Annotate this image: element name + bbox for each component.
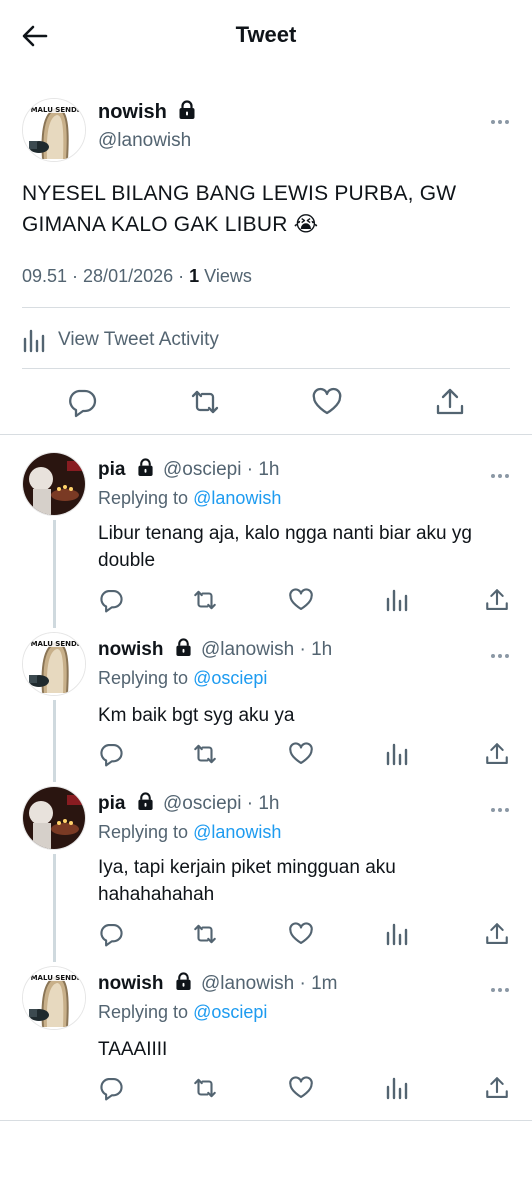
retweet-icon[interactable] — [192, 587, 218, 613]
svg-text:MALU SENDI: MALU SENDI — [31, 974, 80, 982]
avatar[interactable]: MALU SENDI — [22, 98, 86, 162]
thread-line — [53, 854, 56, 962]
mention-link[interactable]: @lanowish — [193, 822, 281, 842]
page-title: Tweet — [235, 22, 297, 47]
share-icon[interactable] — [484, 921, 510, 947]
reply-text: Iya, tapi kerjain piket mingguan aku hah… — [98, 857, 396, 905]
reply-text: Libur tenang aja, kalo ngga nanti biar a… — [98, 523, 472, 571]
mention-link[interactable]: @osciepi — [193, 668, 267, 688]
reply-author[interactable]: pia @osciepi · 1h — [98, 458, 279, 481]
more-options-icon[interactable] — [491, 979, 515, 992]
replying-to: Replying to @osciepi — [98, 1002, 268, 1022]
reply-icon[interactable] — [66, 386, 98, 418]
more-options-icon[interactable] — [491, 799, 515, 812]
like-heart-icon[interactable] — [311, 386, 343, 418]
retweet-icon[interactable] — [192, 741, 218, 767]
reply-author[interactable]: nowish @lanowish · 1m — [98, 972, 338, 995]
tweet-meta: 09.51 · 28/01/2026 · 1 Views — [22, 266, 252, 286]
reply-text: Km baik bgt syg aku ya — [98, 705, 295, 726]
avatar[interactable]: MALU SENDI — [22, 966, 86, 1030]
replying-to: Replying to @lanowish — [98, 822, 282, 842]
analytics-icon[interactable] — [384, 921, 410, 947]
reply-author[interactable]: pia @osciepi · 1h — [98, 792, 279, 815]
svg-text:MALU SENDI: MALU SENDI — [31, 640, 80, 648]
analytics-icon — [22, 327, 48, 353]
top-bar: Tweet — [0, 0, 532, 76]
thread-line — [53, 520, 56, 628]
divider — [22, 307, 510, 308]
thread-line — [53, 700, 56, 782]
lock-icon — [175, 638, 192, 657]
reply-author[interactable]: nowish @lanowish · 1h — [98, 638, 332, 661]
more-options-icon[interactable] — [491, 645, 515, 658]
retweet-icon[interactable] — [192, 1075, 218, 1101]
tweet-text: NYESEL BILANG BANG LEWIS PURBA, GW GIMAN… — [22, 182, 457, 236]
share-icon[interactable] — [484, 1075, 510, 1101]
share-icon[interactable] — [484, 587, 510, 613]
like-heart-icon[interactable] — [288, 1075, 314, 1101]
avatar[interactable]: MALU SENDI — [22, 632, 86, 696]
reply-text: TAAAIIII — [98, 1039, 168, 1060]
username[interactable]: @lanowish — [98, 130, 191, 152]
replying-to: Replying to @osciepi — [98, 668, 268, 688]
reply-icon[interactable] — [98, 1075, 124, 1101]
like-heart-icon[interactable] — [288, 741, 314, 767]
avatar[interactable] — [22, 452, 86, 516]
share-icon[interactable] — [434, 386, 466, 418]
reply-icon[interactable] — [98, 741, 124, 767]
lock-icon — [178, 100, 196, 120]
replying-to: Replying to @lanowish — [98, 488, 282, 508]
mention-link[interactable]: @lanowish — [193, 488, 281, 508]
like-heart-icon[interactable] — [288, 587, 314, 613]
section-divider — [0, 1120, 532, 1121]
display-name[interactable]: nowish — [98, 100, 200, 124]
analytics-icon[interactable] — [384, 741, 410, 767]
more-options-icon[interactable] — [491, 111, 515, 124]
mention-link[interactable]: @osciepi — [193, 1002, 267, 1022]
more-options-icon[interactable] — [491, 465, 515, 478]
lock-icon — [137, 792, 154, 811]
analytics-icon[interactable] — [384, 587, 410, 613]
retweet-icon[interactable] — [189, 386, 221, 418]
share-icon[interactable] — [484, 741, 510, 767]
avatar[interactable] — [22, 786, 86, 850]
divider — [22, 368, 510, 369]
lock-icon — [137, 458, 154, 477]
reply-icon[interactable] — [98, 921, 124, 947]
svg-text:MALU SENDI: MALU SENDI — [31, 106, 80, 114]
section-divider — [0, 434, 532, 435]
like-heart-icon[interactable] — [288, 921, 314, 947]
retweet-icon[interactable] — [192, 921, 218, 947]
lock-icon — [175, 972, 192, 991]
reply-icon[interactable] — [98, 587, 124, 613]
analytics-icon[interactable] — [384, 1075, 410, 1101]
tweet-actions — [0, 382, 532, 422]
view-tweet-activity-link[interactable]: View Tweet Activity — [22, 323, 219, 357]
